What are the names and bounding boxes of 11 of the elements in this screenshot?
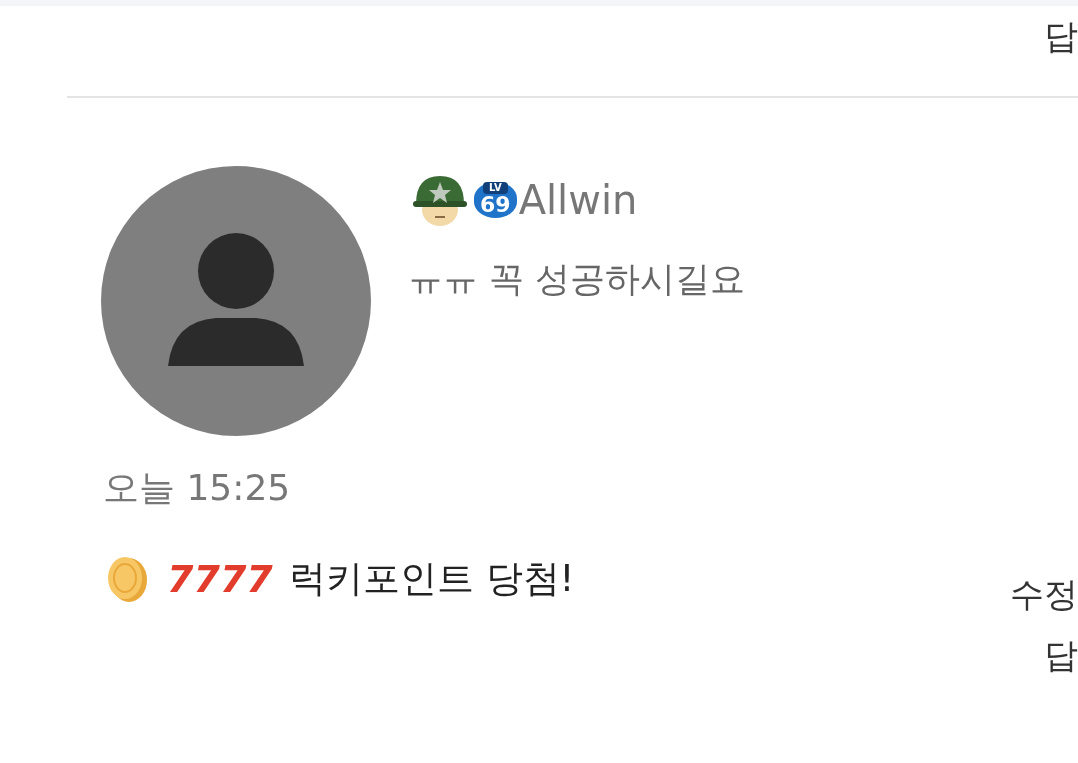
author-name[interactable]: Allwin [518, 177, 638, 223]
reply-link[interactable]: 답 [1044, 634, 1078, 676]
point-amount: 7777 [167, 557, 273, 601]
avatar-icon [101, 166, 371, 436]
coin-icon [105, 554, 149, 604]
edit-link[interactable]: 수정 [1010, 574, 1078, 615]
reply-link[interactable]: 답 [1044, 16, 1078, 57]
lucky-point-text: 럭키포인트 당첨! [288, 556, 575, 602]
comment-text: ㅠㅠ 꼭 성공하시길요 [408, 258, 746, 301]
comment-time: 오늘 15:25 [102, 466, 292, 510]
level-badge: LV 69 [474, 182, 517, 218]
